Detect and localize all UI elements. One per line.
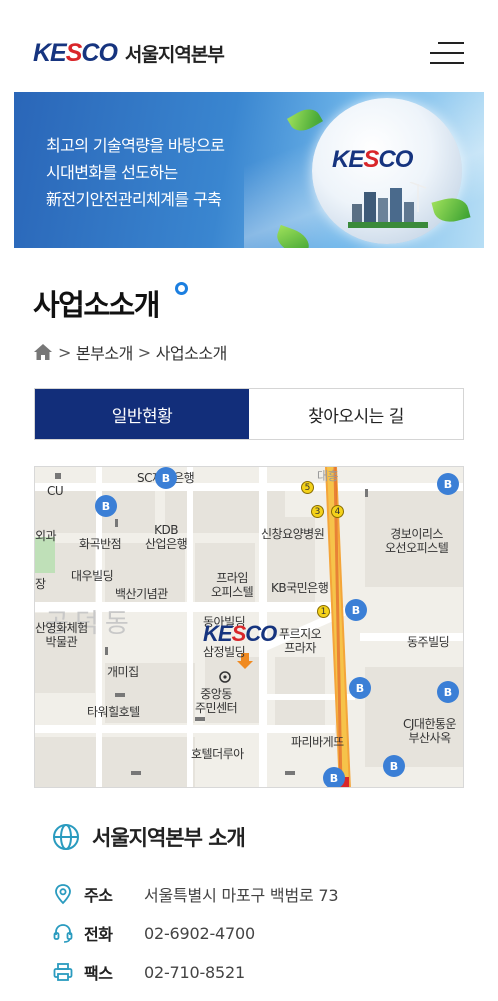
breadcrumb-item[interactable]: 본부소개 [76,340,133,364]
map-place-label: CU [47,484,64,498]
phone-row: 전화 02-6902-4700 [52,921,255,945]
fax-value: 02-710-8521 [144,962,245,982]
map-kesco-marker[interactable]: KESCO [203,621,277,647]
bus-stop-icon[interactable]: B [323,767,345,787]
banner-slogan: 최고의 기술역량을 바탕으로 시대변화를 선도하는 新전기안전관리체계를 구축 [46,136,225,209]
bulb-logo: KESCO [332,146,413,173]
location-map[interactable]: 공덕동 SC제일은행 CU 대흥 외과 화곡반점 KDB 산업은행 신창요양병원… [34,466,464,788]
hamburger-menu-icon[interactable] [430,40,464,66]
breadcrumb-separator: > [137,342,151,362]
map-place-label: 산영화체험 박물관 [35,621,88,649]
bus-stop-icon[interactable]: B [345,599,367,621]
city-icon [348,182,428,228]
page-title: 사업소소개 [33,288,160,322]
map-place-label: 호텔더루아 [191,747,244,761]
location-pin-icon [55,884,71,905]
bus-stop-icon[interactable]: B [437,473,459,495]
site-header: KESCO 서울지역본부 [0,0,498,92]
map-place-label: 푸르지오 프라자 [279,627,322,655]
logo-mark: KESCO [33,38,118,67]
map-place-label: 타워힐호텔 [87,705,140,719]
site-name: 서울지역본부 [124,43,225,66]
fax-label: 팩스 [84,964,113,983]
breadcrumb: > 본부소개 > 사업소소개 [33,340,227,364]
globe-icon [53,824,79,850]
kesco-logo[interactable]: KESCO 서울지역본부 [33,38,225,68]
phone-value[interactable]: 02-6902-4700 [144,924,255,943]
subway-exit-icon: 1 [317,605,330,618]
phone-label: 전화 [84,925,113,944]
headset-icon [53,924,73,943]
bus-stop-icon[interactable]: B [437,681,459,703]
fax-row: 팩스 02-710-8521 [52,960,245,984]
tab-bar: 일반현황 찾아오시는 길 [34,388,464,440]
hero-banner: KESCO 최고의 기술역량을 바탕으로 시대변화를 선도하는 新전기안전관리체… [14,92,484,248]
map-place-label: KB국민은행 [271,581,329,595]
home-icon[interactable] [33,343,53,361]
subway-exit-icon: 4 [331,505,344,518]
bus-stop-icon[interactable]: B [95,495,117,517]
address-label: 주소 [84,886,113,905]
lightbulb-illustration: KESCO [312,98,471,244]
title-accent-dot [175,282,188,295]
bus-stop-icon[interactable]: B [383,755,405,777]
map-place-label: 장 [35,577,46,591]
map-place-label: KDB 산업은행 [145,523,188,551]
breadcrumb-separator: > [58,342,71,362]
map-place-label: 경보이리스 오선오피스텔 [385,527,449,555]
map-place-label: 외과 [35,529,57,543]
map-place-label: 백산기념관 [115,587,168,601]
subway-exit-icon: 5 [301,481,314,494]
info-heading: 서울지역본부 소개 [52,822,246,852]
map-place-label: 신창요양병원 [261,527,325,541]
fax-printer-icon [53,963,73,981]
map-place-label: CJ대한통운 부산사옥 [403,717,457,745]
map-place-label: 동주빌딩 [407,635,450,649]
subway-exit-icon: 3 [311,505,324,518]
breadcrumb-item[interactable]: 사업소소개 [156,340,228,364]
map-place-label: 중앙동 주민센터 [195,687,238,715]
tab-directions[interactable]: 찾아오시는 길 [249,389,463,439]
bus-stop-icon[interactable]: B [155,467,177,489]
map-place-label: 대우빌딩 [71,569,114,583]
map-place-label: 대흥 [317,469,339,483]
bus-stop-icon[interactable]: B [349,677,371,699]
map-place-label: 개미집 [107,665,139,679]
map-place-label: 삼정빌딩 [203,645,246,659]
map-place-label: 프라임 오피스텔 [211,571,254,599]
address-value: 서울특별시 마포구 백범로 73 [144,886,339,905]
map-place-label: 화곡반점 [79,537,122,551]
tab-general-status[interactable]: 일반현황 [35,389,249,439]
map-place-label: 파리바게뜨 [291,735,344,749]
info-title: 서울지역본부 소개 [92,826,246,850]
address-row: 주소 서울특별시 마포구 백범로 73 [52,882,339,906]
